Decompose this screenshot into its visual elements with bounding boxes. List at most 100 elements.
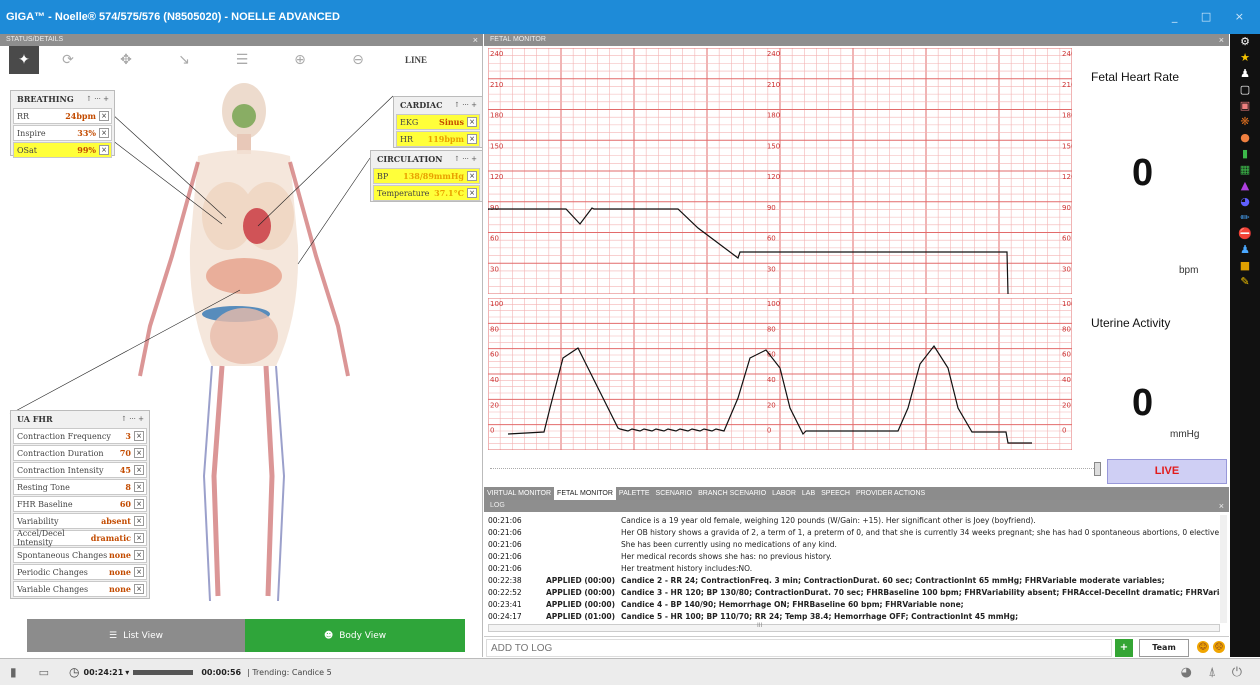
uafhr-panel: UA FHR ↑ ··· + Contraction Frequency 3 × Co… — [10, 410, 150, 599]
battery-icon[interactable]: ▮ — [1230, 146, 1260, 162]
status-details-header: STATUS/DETAILS × — [0, 34, 483, 46]
timeline-scrubber[interactable] — [490, 468, 1100, 474]
tab-palette[interactable]: PALETTE — [616, 487, 653, 500]
remove-icon[interactable]: × — [467, 171, 477, 181]
layers-icon[interactable]: ☰ — [213, 46, 271, 74]
gear-icon[interactable]: ⚙ — [1230, 34, 1260, 50]
rotate-icon[interactable]: ⟳ — [39, 46, 97, 74]
panel-controls[interactable]: ↑ ··· + — [454, 151, 477, 167]
axis-tick-label: 150 — [767, 142, 780, 150]
headphones-icon[interactable]: ◕ — [1181, 665, 1192, 680]
uafhr-row[interactable]: Variable Changes none × — [13, 581, 147, 597]
remove-icon[interactable]: × — [134, 567, 144, 577]
monitor-icon[interactable]: ▢ — [1230, 82, 1260, 98]
add-log-button[interactable]: + — [1115, 639, 1133, 657]
folder-icon[interactable]: ■ — [1230, 258, 1260, 274]
breathing-row-osat[interactable]: OSat 99% × — [13, 142, 112, 158]
headset-icon[interactable]: ◕ — [1230, 194, 1260, 210]
no-icon[interactable]: ⛔ — [1230, 226, 1260, 242]
remove-icon[interactable]: × — [467, 188, 477, 198]
remove-icon[interactable]: × — [467, 134, 477, 144]
log-entry: 00:22:52 APPLIED (00:00) Candice 3 - HR 12… — [488, 588, 1220, 597]
breathing-row-rr[interactable]: RR 24bpm × — [13, 108, 112, 124]
close-icon[interactable]: × — [1219, 34, 1224, 46]
close-icon[interactable]: × — [1219, 500, 1224, 512]
happy-face-icon[interactable]: ☺ — [1197, 641, 1209, 653]
add-to-log-input[interactable] — [486, 639, 1112, 657]
remove-icon[interactable]: × — [134, 482, 144, 492]
line-button[interactable]: LINE — [387, 46, 445, 74]
dropdown-icon[interactable]: ▾ — [125, 668, 129, 677]
uafhr-row[interactable]: Resting Tone 8 × — [13, 479, 147, 495]
uafhr-row[interactable]: Contraction Frequency 3 × — [13, 428, 147, 444]
fhr-value: 0 — [1132, 152, 1154, 194]
zoom-in-icon[interactable]: ⊕ — [271, 46, 329, 74]
edit-icon[interactable]: ✎ — [1230, 274, 1260, 290]
remove-icon[interactable]: × — [134, 499, 144, 509]
screen-icon[interactable]: ▣ — [1230, 98, 1260, 114]
tab-fetal-monitor[interactable]: FETAL MONITOR — [554, 487, 616, 500]
scrubber-handle[interactable] — [1094, 462, 1101, 476]
axis-tick-label: 60 — [490, 235, 499, 243]
star-icon[interactable]: ★ — [1230, 50, 1260, 66]
remove-icon[interactable]: × — [134, 550, 144, 560]
user-icon[interactable]: ♟ — [1230, 66, 1260, 82]
tab-virtual-monitor[interactable]: VIRTUAL MONITOR — [484, 487, 554, 500]
body-view-button[interactable]: ☻ Body View — [245, 619, 465, 652]
cardiac-row-hr[interactable]: HR 119bpm × — [396, 131, 480, 147]
tab-lab[interactable]: LAB — [799, 487, 818, 500]
remove-icon[interactable]: × — [99, 111, 109, 121]
breathing-row-inspire[interactable]: Inspire 33% × — [13, 125, 112, 141]
people-icon[interactable]: ♟ — [1230, 242, 1260, 258]
circulation-row-temperature[interactable]: Temperature 37.1°C × — [373, 185, 480, 201]
remove-icon[interactable]: × — [99, 145, 109, 155]
panel-controls[interactable]: ↑ ··· + — [86, 91, 109, 107]
live-button[interactable]: LIVE — [1107, 459, 1227, 484]
uafhr-row[interactable]: FHR Baseline 60 × — [13, 496, 147, 512]
close-icon[interactable]: × — [473, 34, 478, 46]
panel-controls[interactable]: ↑ ··· + — [454, 97, 477, 113]
sad-face-icon[interactable]: ☹ — [1213, 641, 1225, 653]
uafhr-row[interactable]: Contraction Intensity 45 × — [13, 462, 147, 478]
cardiac-row-ekg[interactable]: EKG Sinus × — [396, 114, 480, 130]
uafhr-row[interactable]: Accel/Decel Intensity dramatic × — [13, 529, 147, 547]
circulation-leader-line — [297, 157, 371, 265]
flask-icon[interactable]: ▲ — [1230, 178, 1260, 194]
syringe-icon[interactable]: ✏ — [1230, 210, 1260, 226]
remove-icon[interactable]: × — [134, 465, 144, 475]
move-icon[interactable]: ✥ — [97, 46, 155, 74]
remove-icon[interactable]: × — [134, 533, 144, 543]
signal-icon[interactable]: ▮ — [10, 665, 17, 679]
log-horizontal-scrollbar[interactable]: III — [488, 622, 1220, 632]
microphone-icon[interactable]: ⍋ — [1208, 665, 1216, 680]
uafhr-row[interactable]: Contraction Duration 70 × — [13, 445, 147, 461]
magic-wand-icon[interactable]: ✦ — [9, 46, 39, 74]
window-controls[interactable]: _ □ × — [1172, 10, 1254, 23]
tab-scenario[interactable]: SCENARIO — [653, 487, 696, 500]
team-button[interactable]: Team — [1139, 639, 1189, 657]
zoom-out-icon[interactable]: ⊖ — [329, 46, 387, 74]
organ-icon[interactable]: ● — [1230, 130, 1260, 146]
battery-status-icon[interactable]: ▭ — [39, 666, 49, 679]
uafhr-row[interactable]: Variability absent × — [13, 513, 147, 529]
circulation-row-bp[interactable]: BP 138/89mmHg × — [373, 168, 480, 184]
remove-icon[interactable]: × — [134, 431, 144, 441]
power-icon[interactable]: ⏻ — [1232, 665, 1242, 680]
remove-icon[interactable]: × — [134, 516, 144, 526]
virus-icon[interactable]: ❋ — [1230, 114, 1260, 130]
remove-icon[interactable]: × — [134, 448, 144, 458]
tab-branch-scenario[interactable]: BRANCH SCENARIO — [695, 487, 769, 500]
tab-labor[interactable]: LABOR — [769, 487, 799, 500]
tab-provider-actions[interactable]: PROVIDER ACTIONS — [853, 487, 928, 500]
log-vertical-scrollbar[interactable] — [1220, 515, 1227, 623]
tab-speech[interactable]: SPEECH — [818, 487, 853, 500]
remove-icon[interactable]: × — [134, 584, 144, 594]
shrink-icon[interactable]: ↘ — [155, 46, 213, 74]
remove-icon[interactable]: × — [99, 128, 109, 138]
network-icon[interactable]: ▦ — [1230, 162, 1260, 178]
uafhr-row[interactable]: Periodic Changes none × — [13, 564, 147, 580]
uafhr-row[interactable]: Spontaneous Changes none × — [13, 547, 147, 563]
panel-controls[interactable]: ↑ ··· + — [121, 411, 144, 427]
list-view-button[interactable]: ☰ List View — [27, 619, 245, 652]
remove-icon[interactable]: × — [467, 117, 477, 127]
